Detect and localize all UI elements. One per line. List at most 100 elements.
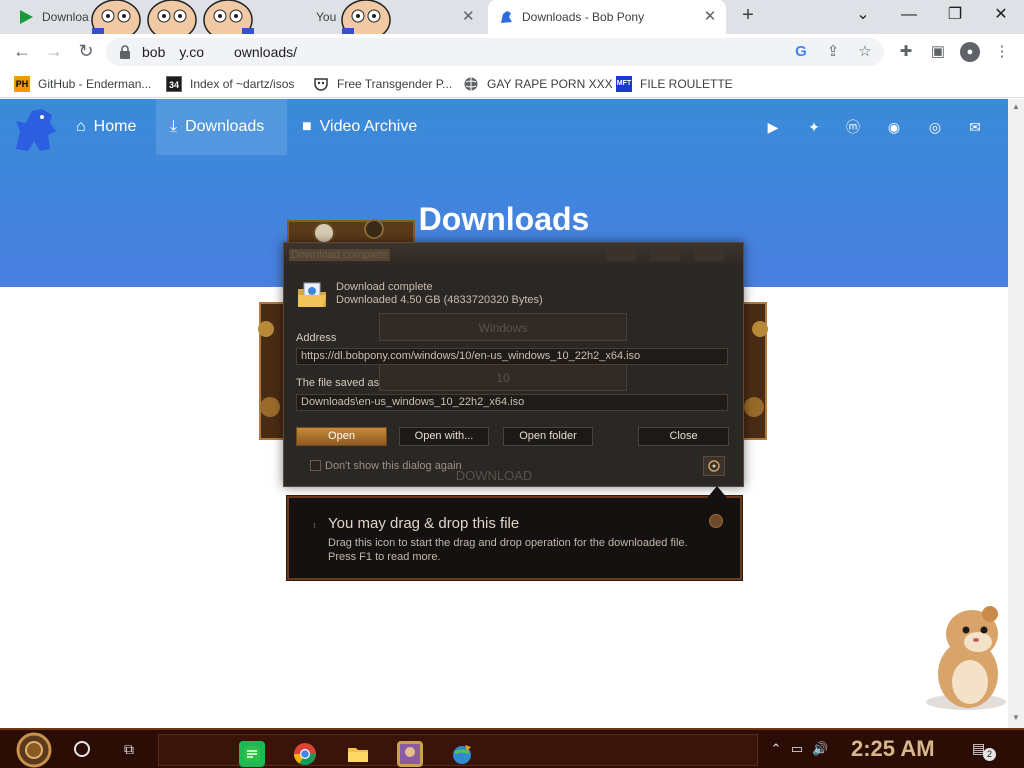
globe-download-icon[interactable] bbox=[449, 741, 475, 767]
file-explorer-icon[interactable] bbox=[345, 741, 371, 767]
start-button-icon[interactable] bbox=[10, 732, 58, 768]
nav-downloads[interactable]: ⤓ Downloads bbox=[156, 99, 287, 155]
nav-home[interactable]: ⌂ Home bbox=[62, 99, 150, 155]
mastodon-icon[interactable]: ⓜ bbox=[843, 119, 863, 135]
video-icon: ■ bbox=[302, 118, 312, 135]
info-icon: ı bbox=[313, 520, 316, 530]
bookmark-free-transgender[interactable]: Free Transgender P... bbox=[313, 75, 452, 93]
globe-icon bbox=[463, 76, 479, 92]
tooltip-line-1: Drag this icon to start the drag and dro… bbox=[328, 537, 688, 549]
bookmark-label: Index of ~dartz/isos bbox=[190, 77, 295, 91]
drag-drop-tooltip: ı You may drag & drop this file Drag thi… bbox=[287, 486, 742, 580]
bob-pony-favicon-icon bbox=[498, 9, 514, 25]
open-folder-button[interactable]: Open folder bbox=[503, 427, 593, 446]
network-icon[interactable]: ▭ bbox=[789, 742, 805, 756]
tooltip-close-icon[interactable] bbox=[709, 514, 723, 528]
notification-badge: 2 bbox=[983, 748, 996, 761]
dialog-close-button[interactable] bbox=[694, 249, 724, 261]
scroll-up-icon[interactable]: ▲ bbox=[1012, 103, 1020, 111]
twitter-icon[interactable]: ✦ bbox=[804, 119, 824, 135]
address-field[interactable]: https://dl.bobpony.com/windows/10/en-us_… bbox=[296, 348, 728, 365]
lock-icon bbox=[120, 45, 130, 59]
chrome-icon[interactable] bbox=[292, 741, 318, 767]
url-text: bob y.co ownloads/ bbox=[142, 44, 298, 60]
tab-close-icon[interactable]: ✕ bbox=[462, 9, 478, 25]
close-window-button[interactable]: ✕ bbox=[978, 0, 1024, 32]
saved-as-field[interactable]: Downloads\en-us_windows_10_22h2_x64.iso bbox=[296, 394, 728, 411]
taskbar: ⧉ ⌃ ▭ 🔊 2:25 AM ▤ 2 bbox=[0, 728, 1024, 768]
github-icon[interactable]: ◎ bbox=[925, 119, 945, 135]
mft-icon: MFT bbox=[616, 76, 632, 92]
dialog-maximize-button[interactable] bbox=[650, 249, 680, 261]
bookmark-label: GitHub - Enderman... bbox=[38, 77, 152, 91]
back-icon[interactable]: ← bbox=[10, 40, 34, 64]
bookmark-label: GAY RAPE PORN XXX bbox=[487, 77, 613, 91]
ph-icon: PH bbox=[14, 76, 30, 92]
youtube-icon[interactable]: ▶ bbox=[763, 119, 783, 135]
minimize-button[interactable]: — bbox=[886, 0, 932, 32]
folder-download-icon bbox=[298, 282, 326, 307]
scroll-down-icon[interactable]: ▼ bbox=[1012, 714, 1020, 722]
mail-icon[interactable]: ✉ bbox=[965, 119, 985, 135]
tooltip-line-2: Press F1 to read more. bbox=[328, 551, 441, 563]
search-circle-icon[interactable] bbox=[74, 741, 90, 757]
bookmark-label: Free Transgender P... bbox=[337, 77, 453, 91]
show-hidden-icons-icon[interactable]: ⌃ bbox=[768, 742, 784, 756]
volume-icon[interactable]: 🔊 bbox=[812, 742, 828, 756]
bookmark-star-icon[interactable]: ☆ bbox=[856, 43, 874, 61]
nav-video-archive[interactable]: ■ Video Archive bbox=[288, 99, 431, 155]
tab-search-button[interactable]: ⌄ bbox=[840, 0, 886, 32]
index-34-icon: 34 bbox=[166, 76, 182, 92]
bob-pony-logo-icon[interactable] bbox=[12, 105, 60, 153]
forward-icon[interactable]: → bbox=[42, 40, 66, 64]
address-bar[interactable]: bob y.co ownloads/ G ⇪ ☆ bbox=[106, 38, 884, 66]
bookmark-label: FILE ROULETTE bbox=[640, 77, 733, 91]
bookmark-gay-rape-porn[interactable]: GAY RAPE PORN XXX bbox=[463, 75, 613, 93]
drag-drop-icon[interactable] bbox=[703, 456, 725, 476]
bookmark-dartz-isos[interactable]: 34 Index of ~dartz/isos bbox=[166, 75, 294, 93]
extensions-icon[interactable]: ✚ bbox=[896, 42, 916, 62]
saved-as-label: The file saved as bbox=[296, 377, 380, 389]
google-translate-icon[interactable]: G bbox=[792, 43, 810, 61]
download-ghost-text: DOWNLOAD bbox=[455, 468, 533, 483]
new-tab-button[interactable]: + bbox=[736, 4, 760, 28]
open-with-button[interactable]: Open with... bbox=[399, 427, 489, 446]
bookmark-file-roulette[interactable]: MFT FILE ROULETTE bbox=[616, 75, 733, 93]
tab-close-icon[interactable]: ✕ bbox=[702, 9, 718, 25]
share-icon[interactable]: ⇪ bbox=[824, 43, 842, 61]
notifications-icon[interactable]: ▤ 2 bbox=[972, 740, 996, 761]
menu-kebab-icon[interactable]: ⋮ bbox=[992, 42, 1012, 62]
bonzi-app-icon[interactable] bbox=[397, 741, 423, 767]
profile-avatar-icon[interactable]: ● bbox=[960, 42, 980, 62]
tab-title: Downloa bbox=[42, 10, 89, 24]
task-view-icon[interactable]: ⧉ bbox=[120, 740, 138, 758]
tab-strip: Downloa You ✕ Downloads - Bob Pony ✕ + ⌄… bbox=[0, 0, 1024, 42]
close-button[interactable]: Close bbox=[638, 427, 729, 446]
notes-app-icon[interactable] bbox=[239, 741, 265, 767]
dialog-titlebar[interactable]: Download complete bbox=[284, 243, 743, 269]
browser-toolbar: ← → ↻ bob y.co ownloads/ G ⇪ ☆ ✚ ▣ ● ⋮ bbox=[0, 34, 1024, 70]
nav-video-archive-label: Video Archive bbox=[319, 118, 418, 135]
bookmarks-bar: PH GitHub - Enderman... 34 Index of ~dar… bbox=[0, 70, 1024, 98]
tooltip-pointer bbox=[707, 486, 727, 498]
bookmark-github[interactable]: PH GitHub - Enderman... bbox=[14, 75, 151, 93]
dont-show-checkbox[interactable] bbox=[310, 460, 321, 471]
maximize-button[interactable]: ❐ bbox=[932, 0, 978, 32]
reload-icon[interactable]: ↻ bbox=[74, 40, 98, 64]
open-button[interactable]: Open bbox=[296, 427, 387, 446]
version-select: 10 bbox=[379, 363, 627, 391]
download-icon: ⤓ bbox=[170, 118, 178, 135]
tab-title: You bbox=[316, 10, 337, 24]
dialog-minimize-button[interactable] bbox=[606, 249, 636, 261]
dialog-title: Download complete bbox=[289, 249, 390, 261]
site-nav: ⌂ Home ⤓ Downloads ■ Video Archive ▶ ✦ ⓜ… bbox=[0, 99, 1008, 155]
tab-downloads-bob-pony[interactable]: Downloads - Bob Pony ✕ bbox=[488, 0, 726, 34]
hamster-desktop-pet[interactable] bbox=[920, 604, 1012, 712]
side-panel-icon[interactable]: ▣ bbox=[928, 42, 948, 62]
status-line-1: Download complete bbox=[336, 281, 433, 293]
nav-downloads-label: Downloads bbox=[185, 118, 265, 135]
mask-icon bbox=[313, 76, 329, 92]
taskbar-clock[interactable]: 2:25 AM bbox=[851, 736, 935, 762]
discord-icon[interactable]: ◉ bbox=[884, 119, 904, 135]
download-status: Download complete Downloaded 4.50 GB (48… bbox=[336, 281, 543, 307]
